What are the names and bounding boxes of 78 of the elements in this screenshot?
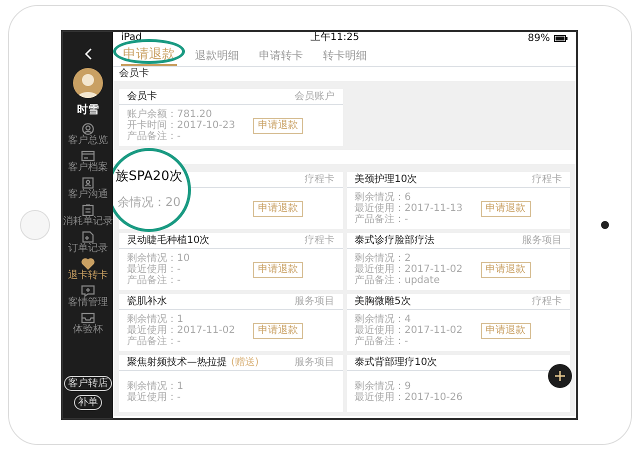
sidebar-item[interactable]: 订单记录 [68, 242, 108, 254]
sidebar-item[interactable]: 体验杯 [73, 324, 103, 334]
sidebar-button[interactable]: 客户转店 [64, 376, 112, 391]
refund-button[interactable]: 申请退款 [480, 262, 530, 278]
card-detail: 剩余情况：2 [354, 253, 412, 264]
chat-icon[interactable] [81, 284, 95, 296]
tray-icon[interactable] [81, 312, 95, 324]
sidebar-item[interactable]: 客户总览 [68, 134, 108, 146]
sidebar-item[interactable]: 客情管理 [68, 296, 108, 308]
user-icon[interactable] [81, 122, 95, 134]
card-detail: 最近使用：2017-10-26 [354, 392, 464, 402]
battery-icon [554, 35, 568, 42]
card-type: 疗程卡 [532, 294, 562, 309]
card-detail: 产品备注：- [127, 131, 182, 142]
card-detail: 余情况：20 [117, 194, 181, 211]
sidebar-button[interactable]: 补单 [74, 395, 102, 410]
card-detail: 最近使用：2017-11-02 [127, 325, 236, 336]
document-icon[interactable] [81, 230, 95, 242]
sidebar-item[interactable]: 退卡转卡 [68, 270, 108, 280]
heart-icon[interactable] [81, 258, 95, 270]
card-type: 服务项目 [294, 295, 334, 309]
card-detail: 最近使用：2017-11-02 [354, 264, 464, 275]
card-detail: 剩余情况：9 [354, 380, 412, 392]
card-type: 服务项目 [522, 234, 562, 248]
card-type: 疗程卡 [304, 172, 334, 187]
card-title: 美颈护理10次 [354, 172, 418, 186]
card-detail: 产品备注：- [127, 336, 182, 347]
card-detail: 剩余情况：10 [127, 253, 191, 264]
card-detail: 剩余情况：1 [127, 314, 184, 325]
card-title: 瓷肌补水 [127, 294, 167, 308]
clock-text: 上午11:25 [310, 32, 360, 45]
refund-button[interactable]: 申请退款 [253, 322, 303, 338]
card-title: 泰式诊疗脸部疗法 [354, 234, 434, 248]
card-icon[interactable] [81, 150, 95, 162]
card-detail: 最近使用：2017-11-13 [354, 203, 464, 214]
sidebar-item[interactable]: 消耗单记录 [63, 216, 113, 226]
card-detail: 最近使用：2017-11-02 [354, 325, 464, 336]
card-detail: 开卡时间：2017-10-23 [127, 120, 236, 131]
card-title: 泰式背部理疗10次 [354, 356, 438, 370]
card-type: 会员账户 [294, 90, 334, 104]
card-tag: (赠送) [231, 355, 259, 370]
contact-icon[interactable] [81, 176, 95, 188]
card-detail: 账户余额：781.20 [127, 109, 213, 120]
card-detail: 最近使用：- [127, 264, 182, 275]
card-type: 疗程卡 [304, 234, 334, 248]
card-type: 疗程卡 [532, 172, 562, 187]
card-title: 族SPA20次 [116, 169, 182, 185]
card-title: 灵动睫毛种植10次 [127, 234, 210, 248]
tab[interactable]: 退款明细 [193, 46, 241, 65]
card-title: 会员卡 [127, 90, 157, 104]
card-detail: 剩余情况：1 [127, 380, 184, 392]
clipboard-icon[interactable] [81, 204, 95, 216]
battery-percent: 89% [528, 32, 550, 44]
refund-button[interactable]: 申请退款 [480, 322, 530, 338]
card-detail: 产品备注：update [354, 275, 441, 286]
camera-dot [600, 221, 608, 229]
card-detail: 产品备注：- [354, 336, 410, 347]
customer-name: 时雪 [77, 102, 99, 118]
card-title: 聚焦射频技术—热拉提 [127, 356, 227, 370]
sidebar-item[interactable]: 客户沟通 [68, 188, 108, 200]
sidebar-item[interactable]: 客户档案 [68, 162, 108, 172]
card-detail: 剩余情况：6 [354, 192, 412, 203]
card-detail: 产品备注：- [127, 275, 182, 286]
card-detail: 产品备注：- [354, 214, 410, 225]
tab[interactable]: 转卡明细 [321, 46, 369, 65]
device-label: iPad [121, 32, 142, 45]
back-chevron-icon[interactable] [84, 48, 92, 60]
refund-button[interactable]: 申请退款 [253, 262, 303, 278]
refund-button[interactable]: 申请退款 [480, 200, 530, 216]
card-type: 服务项目 [294, 356, 334, 370]
card-title: 美胸微雕5次 [354, 294, 411, 308]
refund-button[interactable]: 申请退款 [253, 200, 303, 216]
refund-button[interactable]: 申请退款 [253, 118, 303, 134]
tab[interactable]: 申请转卡 [257, 46, 305, 65]
card-detail: 最近使用：- [127, 392, 182, 402]
avatar-icon [73, 68, 103, 98]
plus-icon [554, 370, 566, 382]
card-detail: 剩余情况：4 [354, 314, 412, 325]
